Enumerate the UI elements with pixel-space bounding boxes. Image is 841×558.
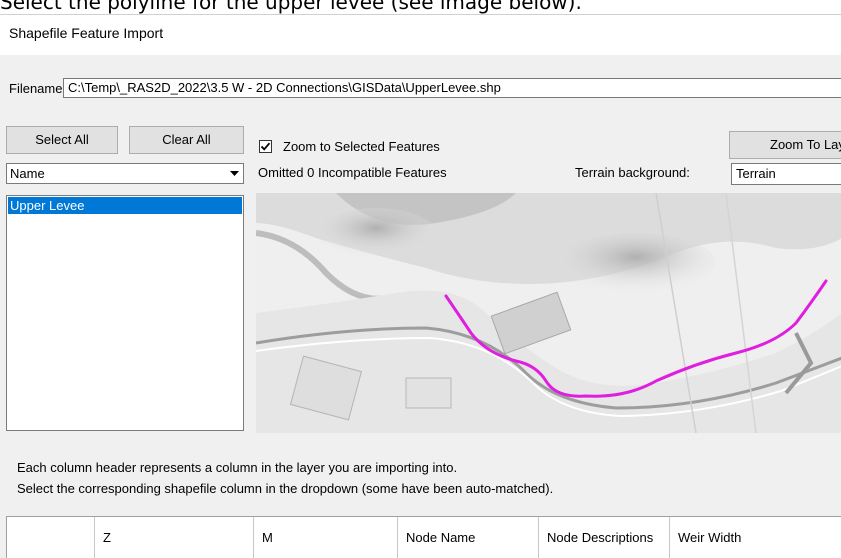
instruction-line-1: Each column header represents a column i… bbox=[17, 460, 458, 475]
instruction-caption: Select the polyline for the upper levee … bbox=[0, 0, 582, 14]
column-header-node-name[interactable]: Node Name bbox=[398, 517, 539, 558]
column-mapping-grid[interactable]: Z M Node Name Node Descriptions Weir Wid… bbox=[6, 516, 841, 558]
field-dropdown-value: Name bbox=[10, 166, 45, 181]
shapefile-import-dialog: Shapefile Feature Import Filename: C:\Te… bbox=[0, 14, 841, 558]
terrain-map-preview[interactable] bbox=[255, 192, 841, 434]
list-item[interactable]: Upper Levee bbox=[8, 197, 242, 214]
column-header-z[interactable]: Z bbox=[95, 517, 254, 558]
instruction-line-2: Select the corresponding shapefile colum… bbox=[17, 481, 554, 496]
omitted-features-text: Omitted 0 Incompatible Features bbox=[258, 165, 447, 180]
terrain-background-label: Terrain background: bbox=[575, 165, 690, 180]
select-all-button[interactable]: Select All bbox=[6, 126, 118, 154]
field-dropdown[interactable]: Name bbox=[6, 163, 244, 184]
zoom-selected-checkbox[interactable] bbox=[259, 140, 272, 153]
filename-label: Filename: bbox=[9, 81, 67, 96]
checkmark-icon bbox=[260, 142, 271, 151]
zoom-selected-label: Zoom to Selected Features bbox=[283, 139, 440, 154]
column-header-node-descriptions[interactable]: Node Descriptions bbox=[539, 517, 670, 558]
column-header-weir-width[interactable]: Weir Width bbox=[670, 517, 841, 558]
feature-list[interactable]: Upper Levee bbox=[6, 195, 244, 431]
column-header-m[interactable]: M bbox=[254, 517, 398, 558]
column-header-blank bbox=[7, 517, 95, 558]
terrain-background-dropdown[interactable]: Terrain bbox=[731, 163, 841, 185]
chevron-down-icon[interactable] bbox=[226, 164, 243, 183]
zoom-to-layer-button[interactable]: Zoom To Layer bbox=[729, 131, 841, 159]
filename-field[interactable]: C:\Temp\_RAS2D_2022\3.5 W - 2D Connectio… bbox=[63, 78, 841, 98]
dialog-title: Shapefile Feature Import bbox=[9, 25, 164, 41]
clear-all-button[interactable]: Clear All bbox=[129, 126, 244, 154]
title-bar: Shapefile Feature Import bbox=[0, 15, 841, 55]
